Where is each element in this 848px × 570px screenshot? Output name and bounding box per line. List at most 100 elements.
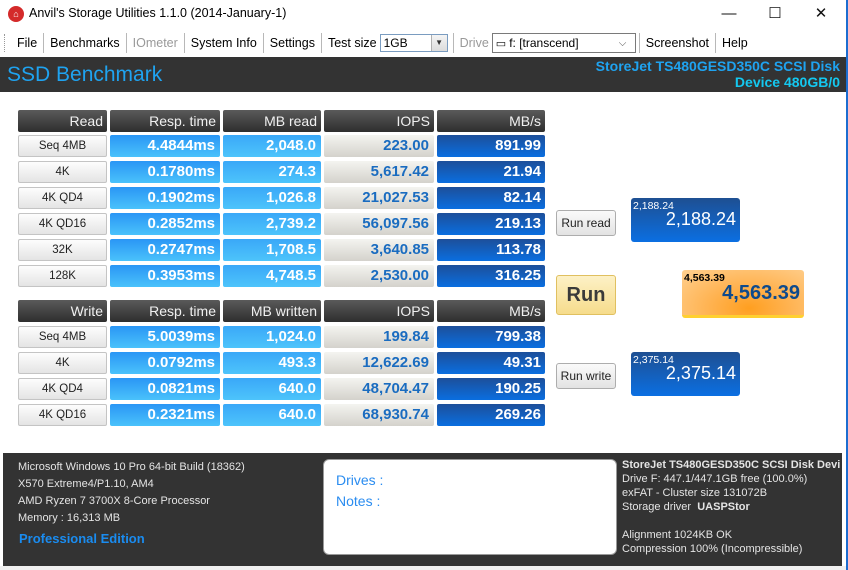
menu-help[interactable]: Help: [716, 32, 754, 54]
maximize-button[interactable]: ☐: [752, 0, 798, 30]
read-mb-cell: 274.3: [223, 161, 321, 183]
read-header-resp: Resp. time: [110, 110, 220, 132]
benchmark-header: SSD Benchmark StoreJet TS480GESD350C SCS…: [0, 57, 846, 92]
write-mb-cell: 640.0: [223, 378, 321, 400]
read-row-label[interactable]: 128K: [18, 265, 107, 287]
write-score: 2,375.14: [665, 363, 736, 383]
read-row-label[interactable]: 4K QD4: [18, 187, 107, 209]
drives-label: Drives :: [336, 472, 384, 488]
read-iops-cell: 21,027.53: [324, 187, 434, 209]
test-size-select[interactable]: 1GB ▼: [379, 34, 448, 52]
read-mbs-cell: 21.94: [437, 161, 545, 183]
read-mb-cell: 4,748.5: [223, 265, 321, 287]
app-icon: ⌂: [8, 6, 24, 22]
chevron-down-icon[interactable]: ⌵: [619, 38, 635, 49]
read-iops-cell: 223.00: [324, 135, 434, 157]
write-resp-time-cell: 0.0821ms: [110, 378, 220, 400]
minimize-button[interactable]: —: [706, 0, 752, 30]
compression-info: Compression 100% (Incompressible): [622, 543, 803, 555]
toolbar-grip[interactable]: [4, 34, 7, 52]
notes-box[interactable]: Drives : Notes :: [323, 459, 617, 555]
drive-free: Drive F: 447.1/447.1GB free (100.0%): [622, 473, 808, 485]
close-button[interactable]: ✕: [798, 0, 844, 30]
menu-system-info[interactable]: System Info: [185, 32, 263, 54]
device-name-line2: Device 480GB/0: [734, 74, 840, 90]
read-resp-time-cell: 4.4844ms: [110, 135, 220, 157]
read-row-label[interactable]: 32K: [18, 239, 107, 261]
read-header-label: Read: [18, 110, 107, 132]
read-mb-cell: 2,739.2: [223, 213, 321, 235]
menu-file[interactable]: File: [11, 32, 43, 54]
read-header-mb: MB read: [223, 110, 321, 132]
memory-info: Memory : 16,313 MB: [18, 512, 121, 524]
device-name-line1: StoreJet TS480GESD350C SCSI Disk: [595, 58, 840, 74]
write-iops-cell: 68,930.74: [324, 404, 434, 426]
run-write-button[interactable]: Run write: [556, 363, 616, 389]
read-row-label[interactable]: 4K: [18, 161, 107, 183]
read-iops-cell: 5,617.42: [324, 161, 434, 183]
read-row-label[interactable]: 4K QD16: [18, 213, 107, 235]
read-iops-cell: 56,097.56: [324, 213, 434, 235]
read-iops-cell: 2,530.00: [324, 265, 434, 287]
total-score-box: 4,563.39 4,563.39: [682, 270, 804, 318]
read-mbs-cell: 316.25: [437, 265, 545, 287]
notes-label: Notes :: [336, 493, 381, 509]
write-resp-time-cell: 5.0039ms: [110, 326, 220, 348]
status-strip: [0, 566, 846, 570]
drive-select[interactable]: ▭ f: [transcend] ⌵: [491, 33, 636, 53]
device-name: StoreJet TS480GESD350C SCSI Disk Device …: [596, 58, 840, 90]
read-iops-cell: 3,640.85: [324, 239, 434, 261]
system-info: Microsoft Windows 10 Pro 64-bit Build (1…: [18, 459, 245, 527]
write-mb-cell: 493.3: [223, 352, 321, 374]
write-mb-cell: 1,024.0: [223, 326, 321, 348]
board-info: X570 Extreme4/P1.10, AM4: [18, 478, 154, 490]
write-iops-cell: 199.84: [324, 326, 434, 348]
run-button[interactable]: Run: [556, 275, 616, 315]
menu-benchmarks[interactable]: Benchmarks: [44, 32, 125, 54]
menu-iometer: IOmeter: [132, 36, 178, 50]
filesystem-info: exFAT - Cluster size 131072B: [622, 487, 768, 499]
alignment-info: Alignment 1024KB OK: [622, 529, 733, 541]
write-mbs-cell: 190.25: [437, 378, 545, 400]
read-resp-time-cell: 0.1780ms: [110, 161, 220, 183]
run-read-button[interactable]: Run read: [556, 210, 616, 236]
drive-value: f: [transcend]: [509, 36, 579, 50]
storage-driver-label: Storage driver: [622, 501, 692, 513]
window-title: Anvil's Storage Utilities 1.1.0 (2014-Ja…: [29, 6, 287, 20]
read-header-mbs: MB/s: [437, 110, 545, 132]
read-mbs-cell: 82.14: [437, 187, 545, 209]
read-mb-cell: 1,708.5: [223, 239, 321, 261]
menu-settings[interactable]: Settings: [264, 32, 321, 54]
write-row-label[interactable]: Seq 4MB: [18, 326, 107, 348]
write-row-label[interactable]: 4K QD16: [18, 404, 107, 426]
cpu-info: AMD Ryzen 7 3700X 8-Core Processor: [18, 495, 210, 507]
storage-driver: Storage driver UASPStor: [622, 500, 840, 514]
read-header-iops: IOPS: [324, 110, 434, 132]
write-header-mb: MB written: [223, 300, 321, 322]
page-title: SSD Benchmark: [7, 63, 163, 86]
write-resp-time-cell: 0.0792ms: [110, 352, 220, 374]
read-resp-time-cell: 0.1902ms: [110, 187, 220, 209]
write-header-label: Write: [18, 300, 107, 322]
disk-name: StoreJet TS480GESD350C SCSI Disk Device: [622, 459, 840, 471]
storage-driver-value: UASPStor: [697, 501, 750, 513]
read-mbs-cell: 219.13: [437, 213, 545, 235]
edition-label: Professional Edition: [19, 531, 145, 546]
dropdown-arrow-icon[interactable]: ▼: [430, 35, 447, 51]
footer-panel: Microsoft Windows 10 Pro 64-bit Build (1…: [3, 453, 842, 566]
write-mbs-cell: 799.38: [437, 326, 545, 348]
write-row-label[interactable]: 4K QD4: [18, 378, 107, 400]
read-row-label[interactable]: Seq 4MB: [18, 135, 107, 157]
write-iops-cell: 12,622.69: [324, 352, 434, 374]
read-score: 2,188.24: [665, 209, 736, 229]
title-bar: ⌂ Anvil's Storage Utilities 1.1.0 (2014-…: [0, 0, 846, 30]
write-mbs-cell: 49.31: [437, 352, 545, 374]
total-score-small: 4,563.39: [684, 272, 725, 284]
read-mb-cell: 2,048.0: [223, 135, 321, 157]
write-mb-cell: 640.0: [223, 404, 321, 426]
os-info: Microsoft Windows 10 Pro 64-bit Build (1…: [18, 461, 245, 473]
write-row-label[interactable]: 4K: [18, 352, 107, 374]
read-mbs-cell: 113.78: [437, 239, 545, 261]
read-mb-cell: 1,026.8: [223, 187, 321, 209]
menu-screenshot[interactable]: Screenshot: [640, 32, 715, 54]
